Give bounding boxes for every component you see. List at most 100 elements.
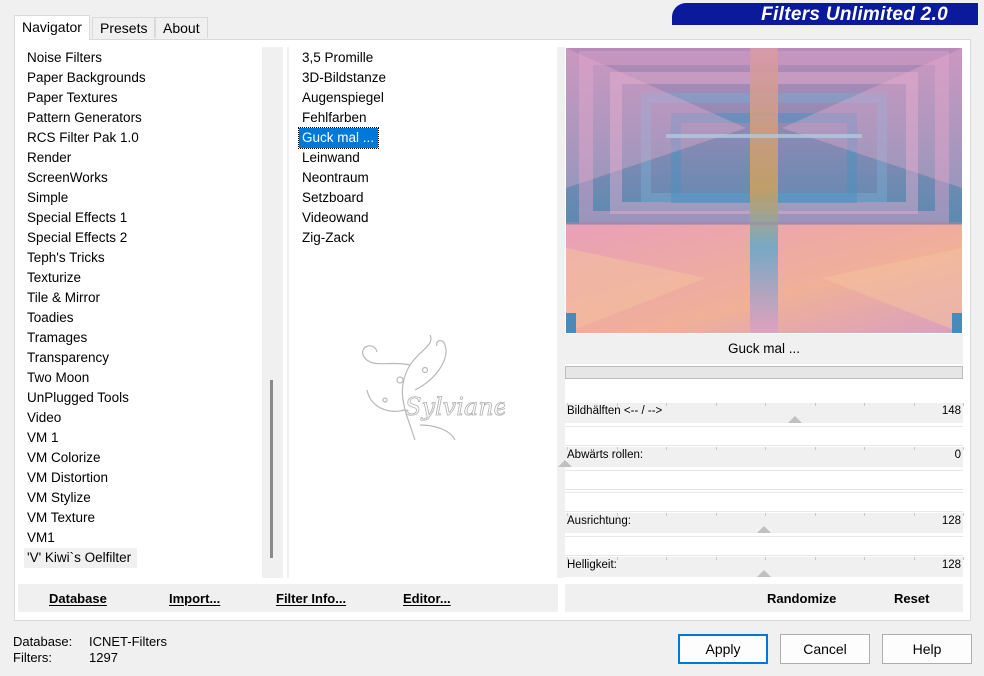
apply-button[interactable]: Apply <box>678 634 768 664</box>
category-item[interactable]: RCS Filter Pak 1.0 <box>24 128 260 148</box>
param-slider[interactable]: Abwärts rollen: 0 <box>558 447 964 467</box>
category-item[interactable]: Two Moon <box>24 368 260 388</box>
scrollbar-thumb[interactable] <box>270 380 273 558</box>
slider-tick <box>567 447 568 450</box>
tab-presets[interactable]: Presets <box>92 17 156 38</box>
filter-item[interactable]: Setzboard <box>299 188 555 208</box>
preview-edge-bottom-right <box>952 313 962 333</box>
slider-tick <box>864 447 865 450</box>
help-button[interactable]: Help <box>882 634 972 664</box>
slider-tick <box>963 447 964 450</box>
category-list[interactable]: Noise Filters Paper Backgrounds Paper Text… <box>24 48 260 578</box>
filter-item[interactable]: Videowand <box>299 208 555 228</box>
filter-list[interactable]: 3,5 Promille 3D-Bildstanze Augenspiegel Feh… <box>297 48 555 578</box>
slider-thumb[interactable] <box>787 416 802 423</box>
slider-tick <box>864 403 865 406</box>
filter-item[interactable]: Guck mal ... <box>297 127 380 149</box>
category-item[interactable]: 'V' Kiwi`s Oelfilter <box>24 548 138 568</box>
panel-separator <box>557 47 565 578</box>
param-name: Bildhälften <-- / --> <box>567 405 663 417</box>
category-item[interactable]: Toadies <box>24 308 260 328</box>
category-item[interactable]: Tile & Mirror <box>24 288 260 308</box>
param-action-strip: Randomize Reset <box>565 584 963 612</box>
randomize-button[interactable]: Randomize <box>767 591 836 606</box>
watermark-text: Sylviane <box>405 393 505 421</box>
param-value: 128 <box>941 559 961 571</box>
filter-item[interactable]: Zig-Zack <box>299 228 555 248</box>
slider-tick <box>814 557 816 560</box>
slider-thumb[interactable] <box>756 526 771 533</box>
slider-tick <box>567 403 568 406</box>
import-button[interactable]: Import... <box>169 591 220 606</box>
category-item[interactable]: Special Effects 1 <box>24 208 260 228</box>
filter-item[interactable]: Fehlfarben <box>299 108 555 128</box>
tab-navigator[interactable]: Navigator <box>14 15 90 40</box>
preview-cross-vertical <box>750 48 778 333</box>
filter-item[interactable]: 3,5 Promille <box>299 48 555 68</box>
filter-info-button[interactable]: Filter Info... <box>276 591 346 606</box>
category-item[interactable]: Tramages <box>24 328 260 348</box>
category-item[interactable]: Teph's Tricks <box>24 248 260 268</box>
category-item[interactable]: Paper Textures <box>24 88 260 108</box>
param-empty-row <box>565 426 963 446</box>
slider-tick <box>913 557 915 560</box>
category-item[interactable]: VM Distortion <box>24 468 260 488</box>
cancel-button[interactable]: Cancel <box>780 634 870 664</box>
param-slider[interactable]: Ausrichtung: 128 <box>565 513 964 533</box>
reset-button[interactable]: Reset <box>894 591 929 606</box>
category-item[interactable]: VM Colorize <box>24 448 260 468</box>
slider-tick <box>616 403 618 406</box>
slider-tick <box>963 513 964 516</box>
category-item[interactable]: Render <box>24 148 260 168</box>
category-item[interactable]: VM Texture <box>24 508 260 528</box>
param-empty-row <box>565 470 963 490</box>
slider-thumb[interactable] <box>756 570 771 577</box>
slider-tick <box>715 403 717 406</box>
param-slider[interactable]: Helligkeit: 128 <box>565 557 964 577</box>
filters-count: 1297 <box>89 650 118 665</box>
slider-tick <box>814 447 816 450</box>
category-item[interactable]: ScreenWorks <box>24 168 260 188</box>
preview-edge-bottom-left <box>566 313 576 333</box>
category-item[interactable]: VM 1 <box>24 428 260 448</box>
slider-tick <box>765 513 766 516</box>
category-scrollbar[interactable] <box>262 47 283 578</box>
category-item[interactable]: Simple <box>24 188 260 208</box>
slider-tick <box>913 447 915 450</box>
slider-tick <box>715 513 717 516</box>
filter-item[interactable]: Neontraum <box>299 168 555 188</box>
preview-filter-name: Guck mal ... <box>565 334 963 364</box>
category-item[interactable]: Texturize <box>24 268 260 288</box>
slider-tick <box>963 557 964 560</box>
category-item[interactable]: Special Effects 2 <box>24 228 260 248</box>
slider-tick <box>765 447 766 450</box>
editor-button[interactable]: Editor... <box>403 591 451 606</box>
filter-item[interactable]: 3D-Bildstanze <box>299 68 555 88</box>
filters-label: Filters: <box>13 650 52 665</box>
slider-tick <box>913 403 915 406</box>
list-separator <box>287 47 289 578</box>
category-item[interactable]: VM1 <box>24 528 260 548</box>
param-value: 0 <box>954 449 961 461</box>
slider-tick <box>666 513 667 516</box>
tab-about[interactable]: About <box>155 17 208 38</box>
param-name: Abwärts rollen: <box>567 449 644 461</box>
category-item[interactable]: Video <box>24 408 260 428</box>
filter-item[interactable]: Augenspiegel <box>299 88 555 108</box>
category-item[interactable]: VM Stylize <box>24 488 260 508</box>
category-item[interactable]: Noise Filters <box>24 48 260 68</box>
category-item[interactable]: Transparency <box>24 348 260 368</box>
param-slider[interactable]: Bildhälften <-- / --> 148 <box>565 403 964 423</box>
slider-tick <box>666 403 667 406</box>
category-item[interactable]: UnPlugged Tools <box>24 388 260 408</box>
slider-tick <box>616 513 618 516</box>
filter-item[interactable]: Leinwand <box>299 148 555 168</box>
slider-thumb[interactable] <box>558 460 572 467</box>
list-action-strip: Database Import... Filter Info... Editor… <box>18 584 558 612</box>
slider-tick <box>666 447 667 450</box>
database-button[interactable]: Database <box>49 591 107 606</box>
category-item[interactable]: Paper Backgrounds <box>24 68 260 88</box>
slider-tick <box>616 447 618 450</box>
param-value: 148 <box>941 405 961 417</box>
category-item[interactable]: Pattern Generators <box>24 108 260 128</box>
